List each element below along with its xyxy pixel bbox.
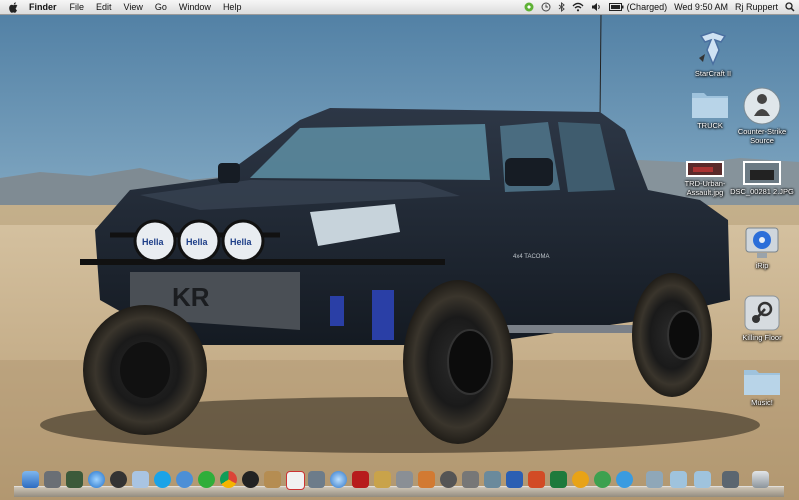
desktop-icon-dsc-jpg[interactable]: DSC_00281 2.JPG [727, 160, 797, 196]
dock-guitar-icon[interactable] [418, 471, 435, 488]
dock-system-preferences-icon[interactable] [440, 471, 457, 488]
folder-icon [744, 370, 780, 395]
dock-zip-icon[interactable] [374, 471, 391, 488]
menu-edit[interactable]: Edit [96, 0, 112, 14]
menu-go[interactable]: Go [155, 0, 167, 14]
bluetooth-icon[interactable] [558, 2, 565, 12]
dock-spotify-icon[interactable] [198, 471, 215, 488]
menu-bar: Finder File Edit View Go Window Help (Ch… [0, 0, 799, 15]
desktop-icon-label: iRip [755, 261, 769, 270]
dock-sims-icon[interactable] [616, 471, 633, 488]
desktop-icon-label: StarCraft II [694, 69, 732, 78]
desktop-icon-starcraft[interactable]: StarCraft II [678, 28, 748, 78]
starcraft-icon [699, 31, 727, 66]
dock-trash-icon[interactable] [752, 471, 769, 488]
dock-messenger-icon[interactable] [594, 471, 611, 488]
wifi-icon[interactable] [572, 2, 584, 12]
menu-file[interactable]: File [70, 0, 85, 14]
svg-text:4x4 TACOMA: 4x4 TACOMA [513, 254, 549, 260]
dock-app-icon[interactable] [484, 471, 501, 488]
clock[interactable]: Wed 9:50 AM [674, 0, 728, 14]
dock-rocket-icon[interactable] [44, 471, 61, 488]
dock-finder-icon[interactable] [22, 471, 39, 488]
dock-chrome-icon[interactable] [220, 471, 237, 488]
dock [14, 469, 784, 497]
dock-folder-icon[interactable] [694, 471, 711, 488]
image-file-icon [686, 161, 724, 177]
desktop-icon-counter-strike[interactable]: Counter-Strike Source [727, 86, 797, 145]
svg-text:Hella: Hella [142, 237, 165, 247]
dock-photo-icon[interactable] [308, 471, 325, 488]
menu-finder[interactable]: Finder [29, 0, 57, 14]
desktop-icon-killing-floor[interactable]: Killing Floor [727, 294, 797, 342]
front-right-tire [403, 280, 513, 444]
dock-steam-icon[interactable] [242, 471, 259, 488]
skid-plate-logo: KR [172, 282, 210, 312]
dock-network-icon[interactable] [176, 471, 193, 488]
dock-downloads-stack-icon[interactable] [646, 471, 663, 488]
desktop-icon-irip[interactable]: iRip [727, 226, 797, 270]
dock-utility-icon[interactable] [462, 471, 479, 488]
evernote-status-icon[interactable] [524, 2, 534, 12]
folder-icon [692, 93, 728, 118]
dock-instruments-icon[interactable] [396, 471, 413, 488]
front-left-tire [83, 305, 207, 435]
battery-label: (Charged) [626, 2, 668, 12]
dock-contacts-icon[interactable] [264, 471, 281, 488]
counter-strike-icon [743, 87, 781, 125]
dock-dashboard-icon[interactable] [110, 471, 127, 488]
dock-system-icon[interactable] [722, 471, 739, 488]
desktop-icon-label: Music! [751, 398, 773, 407]
battery-status[interactable]: (Charged) [608, 0, 668, 14]
desktop-icon-label: DSC_00281 2.JPG [730, 187, 794, 196]
menu-window[interactable]: Window [179, 0, 211, 14]
steam-icon [744, 295, 780, 331]
volume-icon[interactable] [591, 2, 602, 12]
dock-preview-icon[interactable] [132, 471, 149, 488]
svg-text:Hella: Hella [230, 237, 253, 247]
dock-skype-icon[interactable] [154, 471, 171, 488]
dock-powerpoint-icon[interactable] [528, 471, 545, 488]
dock-word-icon[interactable] [506, 471, 523, 488]
dock-folder-icon[interactable] [670, 471, 687, 488]
dock-pdf-icon[interactable] [352, 471, 369, 488]
dock-ical-icon[interactable] [286, 471, 305, 490]
dock-safari-icon[interactable] [88, 471, 105, 488]
irip-icon [745, 227, 779, 258]
desktop-icon-music-folder[interactable]: Music! [727, 365, 797, 407]
menu-help[interactable]: Help [223, 0, 242, 14]
image-file-icon [743, 161, 781, 185]
dock-excel-icon[interactable] [550, 471, 567, 488]
dock-itunes-icon[interactable] [330, 471, 347, 488]
svg-text:Hella: Hella [186, 237, 209, 247]
time-machine-icon[interactable] [541, 2, 551, 12]
user-menu[interactable]: Rj Ruppert [735, 0, 778, 14]
spotlight-search-icon[interactable] [785, 2, 795, 12]
hella-lights: Hella Hella Hella [133, 219, 265, 263]
desktop-icon-label: Killing Floor [742, 333, 782, 342]
menu-view[interactable]: View [124, 0, 143, 14]
rear-tire [632, 273, 712, 397]
desktop-icon-label: Counter-Strike Source [737, 127, 787, 145]
apple-menu-icon[interactable] [9, 1, 19, 13]
dock-outlook-icon[interactable] [572, 471, 589, 488]
dock-notes-icon[interactable] [66, 471, 83, 488]
